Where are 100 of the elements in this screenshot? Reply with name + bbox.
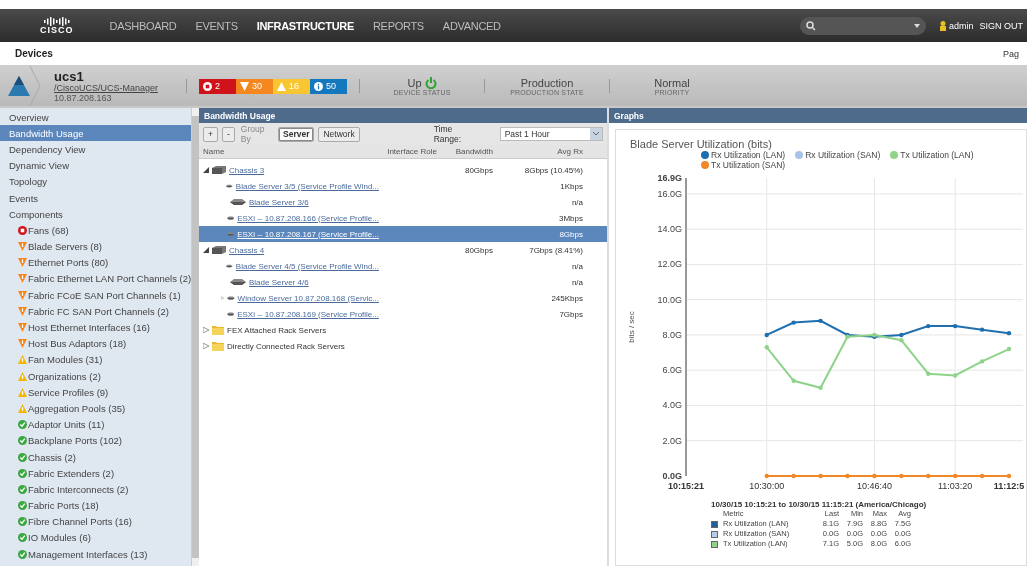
data-point <box>926 473 931 479</box>
sidebar-item[interactable]: Host Bus Adaptors (18) <box>0 335 192 352</box>
folder-label[interactable]: Directly Connected Rack Servers <box>227 341 345 351</box>
summary-title: 10/30/15 10:15:21 to 10/30/15 11:15:21 (America/Chicago) <box>711 500 928 509</box>
table-row[interactable]: Directly Connected Rack Servers <box>199 338 607 354</box>
folder-label[interactable]: FEX Attached Rack Servers <box>227 325 327 335</box>
expand-button[interactable]: + <box>203 126 218 142</box>
sidebar-item[interactable]: Fabric FCoE SAN Port Channels (1) <box>0 287 192 304</box>
table-row[interactable]: Blade Server 3/5 (Service Profile Wind... 1Kbps <box>199 178 607 194</box>
table-row[interactable]: Window Server 10.87.208.168 (Servic... 245Kbps <box>199 290 607 306</box>
collapse-button[interactable]: - <box>221 126 235 142</box>
table-row[interactable]: ESXi -- 10.87.208.166 (Service Profile... 3Mbps <box>199 210 607 226</box>
legend-item[interactable]: Tx Utilization (SAN) <box>701 160 786 170</box>
sidebar-item[interactable]: Events <box>0 189 192 207</box>
sidebar-item[interactable]: Components <box>0 206 192 223</box>
legend-item[interactable]: Rx Utilization (SAN) <box>795 150 881 160</box>
legend-item[interactable]: Rx Utilization (LAN) <box>701 150 786 160</box>
sidebar-item[interactable]: Fabric Ethernet LAN Port Channels (2) <box>0 270 192 288</box>
y-tick-label: 14.0G <box>657 224 682 235</box>
sidebar-item[interactable]: Overview <box>0 109 192 126</box>
sidebar-item[interactable]: Aggregation Pools (35) <box>0 400 192 417</box>
alarm-count[interactable]: 50 <box>310 78 347 94</box>
sidebar-item[interactable]: Fans (68) <box>0 222 192 239</box>
column-header[interactable]: Avg Rx <box>497 147 587 156</box>
collapsed-triangle-icon[interactable] <box>203 327 209 333</box>
device-link[interactable]: Blade Server 3/5 (Service Profile Wind... <box>235 181 379 191</box>
legend-item[interactable]: Tx Utilization (LAN) <box>890 150 974 160</box>
table-row[interactable]: Blade Server 4/6 n/a <box>199 274 607 290</box>
sidebar-item[interactable]: Chassis (2) <box>0 448 192 466</box>
logo[interactable]: CISCO <box>40 16 74 35</box>
device-link[interactable]: ESXi -- 10.87.208.166 (Service Profile... <box>237 213 379 223</box>
sidebar-item[interactable]: Ethernet Ports (80) <box>0 254 192 271</box>
table-row[interactable]: Blade Server 3/6 n/a <box>199 194 607 210</box>
device-link[interactable]: Blade Server 4/6 <box>249 277 309 287</box>
table-row[interactable]: Chassis 3 80Gbps 8Gbps (10.45%) <box>199 162 607 178</box>
x-tick-label: 10:15:21 <box>668 481 704 491</box>
data-point <box>1006 330 1012 336</box>
collapsed-triangle-icon[interactable] <box>203 343 209 349</box>
time-range-select[interactable]: Past 1 Hour <box>499 127 603 141</box>
sidebar-item[interactable]: Fan Modules (31) <box>0 351 192 368</box>
sidebar-item[interactable]: Blade Servers (8) <box>0 238 192 255</box>
sidebar-item[interactable]: Host Ethernet Interfaces (16) <box>0 319 192 336</box>
sidebar-item[interactable]: Dependency View <box>0 141 192 158</box>
sidebar-item[interactable]: IO Modules (6) <box>0 529 192 547</box>
sidebar-item[interactable]: Fabric Ports (18) <box>0 497 192 514</box>
user-icon <box>939 20 946 31</box>
table-cell-text: 80Gbps <box>463 165 494 175</box>
device-link[interactable]: Chassis 4 <box>229 245 265 255</box>
device-link[interactable]: ESXi -- 10.87.208.169 (Service Profile... <box>237 309 379 319</box>
collapsed-triangle-icon[interactable] <box>221 295 224 301</box>
data-point <box>1006 473 1012 479</box>
group-by-toggle[interactable]: Network <box>318 126 360 142</box>
sidebar-item[interactable]: Adaptor Units (11) <box>0 416 192 433</box>
sidebar-item[interactable]: Fibre Channel Ports (16) <box>0 513 192 530</box>
nav-tab[interactable]: INFRASTRUCTURE <box>256 19 354 32</box>
sidebar-item[interactable]: Fabric FC SAN Port Channels (2) <box>0 303 192 320</box>
search-field[interactable] <box>799 16 926 35</box>
nav-tab[interactable]: DASHBOARD <box>109 19 177 32</box>
nav-tab[interactable]: EVENTS <box>195 19 238 32</box>
sidebar-item[interactable]: Topology <box>0 173 192 190</box>
server-icon <box>226 183 233 189</box>
sidebar-item[interactable]: Management Interfaces (13) <box>0 546 192 563</box>
device-link[interactable]: Blade Server 3/6 <box>249 197 309 207</box>
device-link[interactable]: Blade Server 4/5 (Service Profile Wind... <box>235 261 379 271</box>
sidebar-item[interactable]: Fabric Interconnects (2) <box>0 481 192 498</box>
table-cell-text: n/a <box>570 277 584 287</box>
sign-out-link[interactable]: SIGN OUT <box>979 20 1023 31</box>
nav-tab[interactable]: REPORTS <box>372 19 424 32</box>
table-row[interactable]: Blade Server 4/5 (Service Profile Wind... n/a <box>199 258 607 274</box>
y-axis-label: bits / sec <box>627 311 636 343</box>
sidebar-item[interactable]: Bandwidth Usage <box>0 125 192 142</box>
group-by-label: Group By <box>240 124 266 144</box>
device-link[interactable]: ESXi -- 10.87.208.167 (Service Profile... <box>237 229 379 239</box>
table-row[interactable]: ESXi -- 10.87.208.169 (Service Profile... 7Gbps <box>199 306 607 322</box>
status-value: Production <box>520 76 574 89</box>
table-cell-text: 80Gbps <box>463 245 494 255</box>
table-row[interactable]: FEX Attached Rack Servers <box>199 322 607 338</box>
column-header[interactable]: Bandwidth <box>441 147 497 156</box>
data-point <box>791 378 796 383</box>
group-by-toggle[interactable]: Server <box>278 126 315 142</box>
logo-bars-icon <box>43 16 70 26</box>
nav-tab[interactable]: ADVANCED <box>442 19 501 32</box>
table-row[interactable]: Chassis 4 80Gbps 7Gbps (8.41%) <box>199 242 607 258</box>
alarm-count[interactable]: 2 <box>199 78 236 94</box>
column-header[interactable]: Interface Role <box>379 147 441 156</box>
sidebar-item[interactable]: Fabric Extenders (2) <box>0 465 192 482</box>
sidebar-item[interactable]: Backplane Ports (102) <box>0 432 192 449</box>
column-header[interactable]: Name <box>199 147 379 156</box>
device-path-link[interactable]: /CiscoUCS/UCS-Manager <box>54 82 174 93</box>
expanded-triangle-icon[interactable] <box>203 167 209 173</box>
y-tick-label: 6.0G <box>662 365 682 376</box>
device-link[interactable]: Chassis 3 <box>229 165 265 175</box>
sidebar-item[interactable]: Service Profiles (9) <box>0 384 192 401</box>
expanded-triangle-icon[interactable] <box>203 247 209 253</box>
device-link[interactable]: Window Server 10.87.208.168 (Servic... <box>237 293 379 303</box>
sidebar-item[interactable]: Dynamic View <box>0 157 192 174</box>
chassis-icon <box>212 246 226 254</box>
table-row[interactable]: ESXi -- 10.87.208.167 (Service Profile... 8Gbps <box>199 226 607 242</box>
y-tick-label: 0.0G <box>662 471 682 481</box>
sidebar-item[interactable]: Organizations (2) <box>0 368 192 385</box>
